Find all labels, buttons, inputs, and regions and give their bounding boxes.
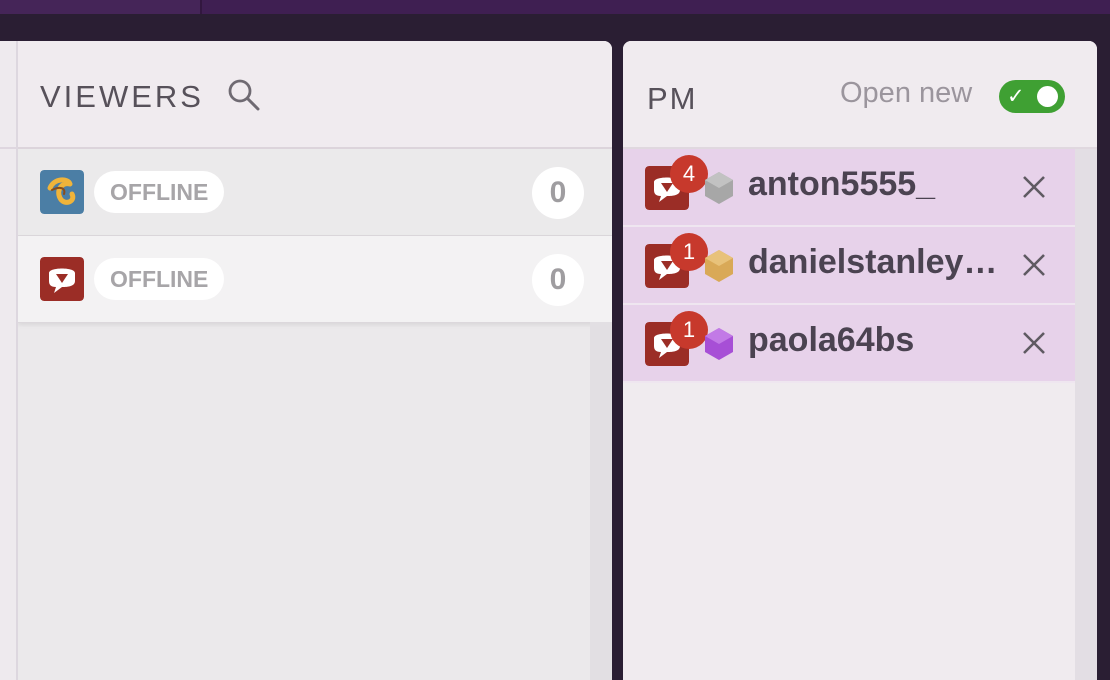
close-icon[interactable] xyxy=(1020,173,1048,201)
status-badge: OFFLINE xyxy=(94,258,225,300)
viewer-count: 0 xyxy=(532,254,584,306)
rank-hexagon-icon xyxy=(705,328,733,360)
top-bar-tab[interactable] xyxy=(0,0,202,14)
pm-username: anton5555_ xyxy=(748,165,936,203)
pm-conversation[interactable]: 1 paola64bs xyxy=(623,305,1075,383)
pm-username: paola64bs xyxy=(748,321,915,359)
viewers-panel: VIEWERS OFFLINE 0 OFFLINE 0 xyxy=(18,41,612,680)
pm-title: PM xyxy=(647,81,698,116)
viewer-count: 0 xyxy=(532,167,584,219)
viewers-title: VIEWERS xyxy=(40,79,204,114)
left-panel-header-edge xyxy=(0,41,16,149)
close-icon[interactable] xyxy=(1020,329,1048,357)
viewers-header: VIEWERS xyxy=(18,41,612,149)
status-badge: OFFLINE xyxy=(94,171,225,213)
open-new-label: Open new xyxy=(840,77,973,109)
open-new-toggle[interactable]: ✓ xyxy=(999,80,1065,113)
search-icon[interactable] xyxy=(226,77,262,113)
top-bar xyxy=(0,0,1110,14)
scrollbar[interactable] xyxy=(1075,149,1097,680)
rank-hexagon-icon xyxy=(705,172,733,204)
pm-username: danielstanley… xyxy=(748,243,998,281)
check-icon: ✓ xyxy=(1007,85,1025,108)
pm-header: PM Open new ✓ xyxy=(623,41,1097,149)
toggle-knob xyxy=(1037,86,1058,107)
viewer-row[interactable]: OFFLINE 0 xyxy=(18,236,612,323)
pm-conversation[interactable]: 4 anton5555_ xyxy=(623,149,1075,227)
pm-conversation[interactable]: 1 danielstanley… xyxy=(623,227,1075,305)
yellow-swirl-app-icon xyxy=(40,170,84,214)
pm-panel: PM Open new ✓ 4 anton5555_ 1 danielstanl… xyxy=(623,41,1097,680)
close-icon[interactable] xyxy=(1020,251,1048,279)
rank-hexagon-icon xyxy=(705,250,733,282)
scrollbar[interactable] xyxy=(590,322,612,680)
left-panel-edge xyxy=(0,41,18,680)
chat-bubble-app-icon xyxy=(40,257,84,301)
viewer-row[interactable]: OFFLINE 0 xyxy=(18,149,612,236)
